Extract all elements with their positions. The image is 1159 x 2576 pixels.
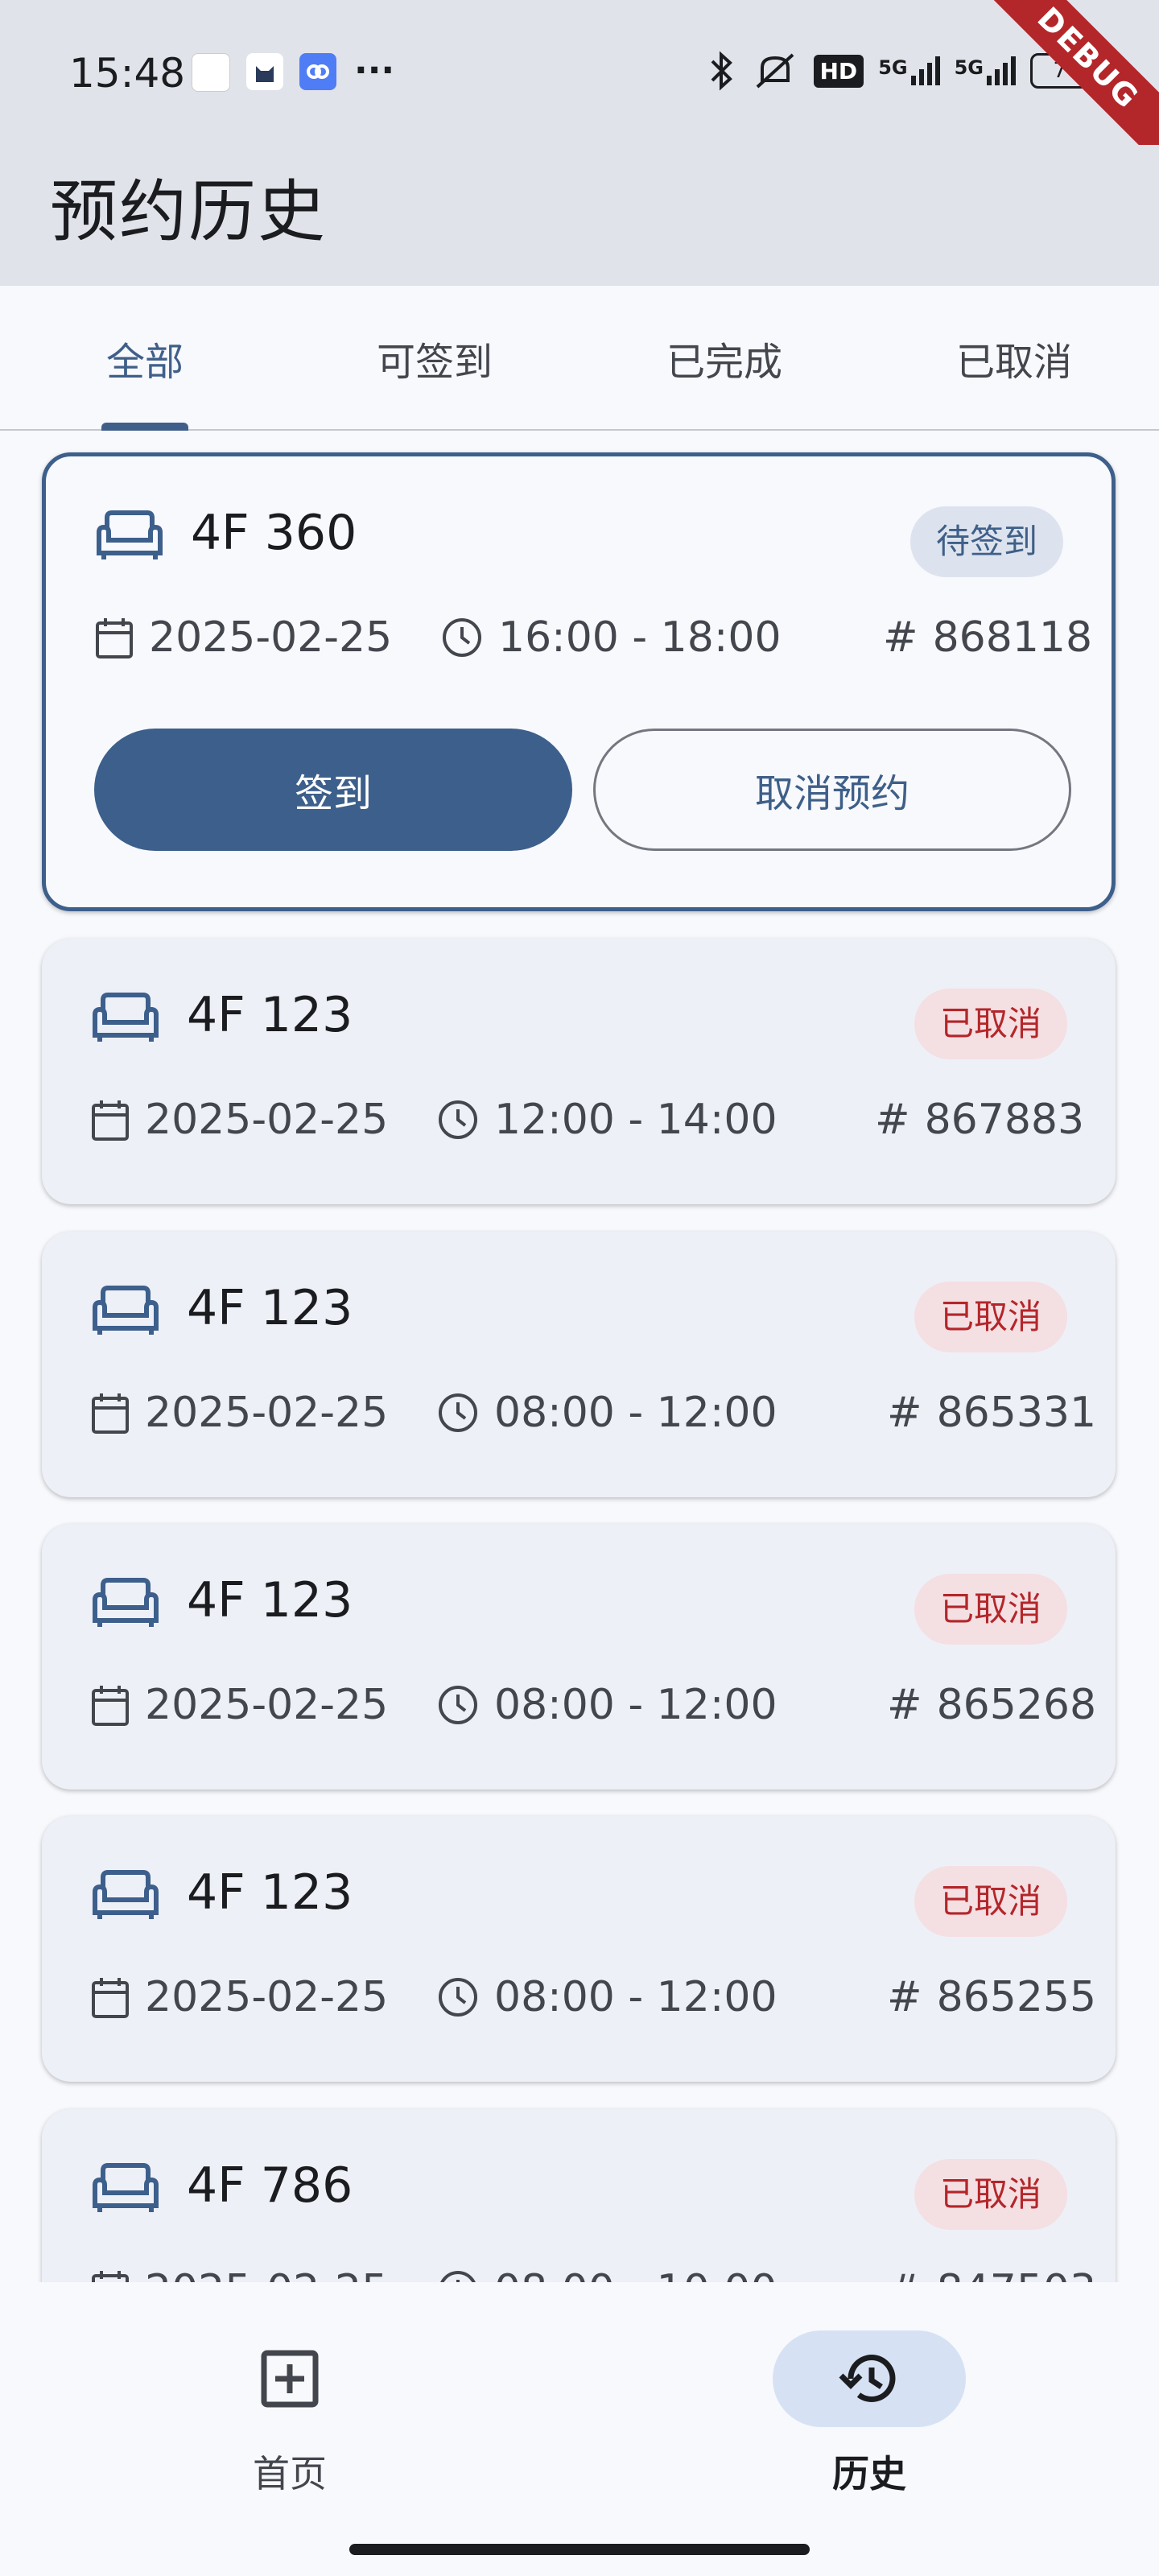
calendar-app-icon (192, 53, 230, 92)
tab-all[interactable]: 全部 (106, 330, 184, 386)
clock-icon (439, 1393, 477, 1432)
calendar-icon (92, 1393, 129, 1434)
history-icon (839, 2355, 896, 2402)
reservation-card[interactable]: 4F 123 已取消 2025-02-25 08:00 - 12:00 # 86… (42, 1816, 1116, 2082)
status-time: 15:48 (69, 50, 186, 97)
reservation-card[interactable]: 4F 360 待签到 2025-02-25 16:00 - 18:00 # 86… (42, 452, 1116, 911)
sofa-icon (97, 510, 163, 559)
tab-bar: 全部 可签到 已完成 已取消 (0, 286, 1159, 431)
hash-icon: # (887, 1389, 922, 1437)
calendar-icon (92, 1686, 129, 1726)
mute-icon (756, 53, 794, 89)
reservation-time: 08:00 - 12:00 (494, 1973, 777, 2021)
tab-indicator (101, 423, 188, 431)
nav-history-label: 历史 (832, 2452, 906, 2496)
tab-completed[interactable]: 已完成 (666, 330, 782, 386)
reservation-date: 2025-02-25 (145, 1096, 389, 1144)
clock-icon (439, 1100, 477, 1139)
status-right-icons: HD 5G 5G 76 (707, 47, 1103, 95)
reservation-meta: 2025-02-25 08:00 - 12:00 # 865331 (90, 1389, 1096, 1445)
status-badge: 已取消 (914, 1574, 1067, 1645)
sofa-icon (93, 1286, 159, 1335)
calendar-icon (92, 1100, 129, 1141)
reservation-meta: 2025-02-25 12:00 - 14:00 # 867883 (90, 1096, 1084, 1152)
status-badge: 待签到 (909, 506, 1063, 577)
reservation-date: 2025-02-25 (149, 613, 393, 662)
signal-2-icon: 5G (955, 56, 1016, 85)
reservation-date: 2025-02-25 (145, 1681, 389, 1729)
reservation-id: 865331 (936, 1389, 1097, 1437)
sofa-icon (93, 1870, 159, 1919)
reservation-meta: 2025-02-25 08:00 - 12:00 # 865255 (90, 1973, 1096, 2029)
reservation-card[interactable]: 4F 123 已取消 2025-02-25 08:00 - 12:00 # 86… (42, 1232, 1116, 1497)
calendar-icon (92, 1978, 129, 2018)
add-box-icon (261, 2350, 319, 2408)
reservation-card[interactable]: 4F 123 已取消 2025-02-25 12:00 - 14:00 # 86… (42, 939, 1116, 1204)
tab-checkin-available[interactable]: 可签到 (377, 330, 493, 386)
checkin-button[interactable]: 签到 (94, 729, 572, 851)
reservation-meta: 2025-02-25 08:00 - 12:00 # 865268 (90, 1681, 1096, 1737)
reservation-id: 867883 (924, 1096, 1085, 1144)
room-name: 4F 123 (187, 1572, 353, 1629)
reservation-id: 868118 (932, 613, 1093, 662)
room-name: 4F 786 (187, 2157, 353, 2214)
reservation-id: 865255 (936, 1973, 1097, 2021)
gesture-bar[interactable] (349, 2544, 810, 2555)
reservation-id: 865268 (936, 1681, 1097, 1729)
reservation-time: 12:00 - 14:00 (494, 1096, 777, 1144)
reservation-meta: 2025-02-25 16:00 - 18:00 # 868118 (94, 613, 1092, 670)
room-name: 4F 360 (191, 505, 357, 561)
reservation-time: 16:00 - 18:00 (498, 613, 782, 662)
cancel-reservation-button[interactable]: 取消预约 (593, 729, 1071, 851)
reservation-date: 2025-02-25 (145, 1973, 389, 2021)
status-badge: 已取消 (914, 2159, 1067, 2230)
reservation-time: 08:00 - 12:00 (494, 1681, 777, 1729)
sofa-icon (93, 993, 159, 1042)
nav-home-label: 首页 (253, 2452, 327, 2496)
reservation-card[interactable]: 4F 123 已取消 2025-02-25 08:00 - 12:00 # 86… (42, 1524, 1116, 1790)
status-badge: 已取消 (914, 1282, 1067, 1352)
sofa-icon (93, 1578, 159, 1627)
hash-icon: # (887, 1681, 922, 1729)
clock-icon (443, 618, 481, 657)
signal-1-icon: 5G (878, 56, 940, 85)
clock-icon (439, 1686, 477, 1724)
calendar-icon (96, 618, 133, 658)
sofa-icon (93, 2163, 159, 2212)
nav-home[interactable]: 首页 (193, 2330, 386, 2498)
hash-icon: # (887, 1973, 922, 2021)
more-notifications-icon: ··· (354, 50, 395, 91)
status-badge: 已取消 (914, 1866, 1067, 1937)
clock-icon (439, 1978, 477, 2017)
tab-cancelled[interactable]: 已取消 (956, 330, 1072, 386)
page-title: 预约历史 (50, 172, 328, 251)
room-name: 4F 123 (187, 987, 353, 1043)
bluetooth-icon (711, 51, 732, 91)
bottom-navigation: 首页 历史 (0, 2282, 1159, 2576)
room-name: 4F 123 (187, 1864, 353, 1921)
hash-icon: # (875, 1096, 910, 1144)
room-name: 4F 123 (187, 1280, 353, 1336)
link-app-icon (299, 53, 336, 90)
reservation-time: 08:00 - 12:00 (494, 1389, 777, 1437)
cat-app-icon (246, 53, 283, 90)
hash-icon: # (883, 613, 918, 662)
nav-history[interactable]: 历史 (773, 2330, 966, 2498)
status-badge: 已取消 (914, 989, 1067, 1059)
reservation-date: 2025-02-25 (145, 1389, 389, 1437)
hd-icon: HD (813, 54, 864, 88)
status-bar: 15:48 ··· HD 5G 5G 76 DEBUG (0, 0, 1159, 179)
